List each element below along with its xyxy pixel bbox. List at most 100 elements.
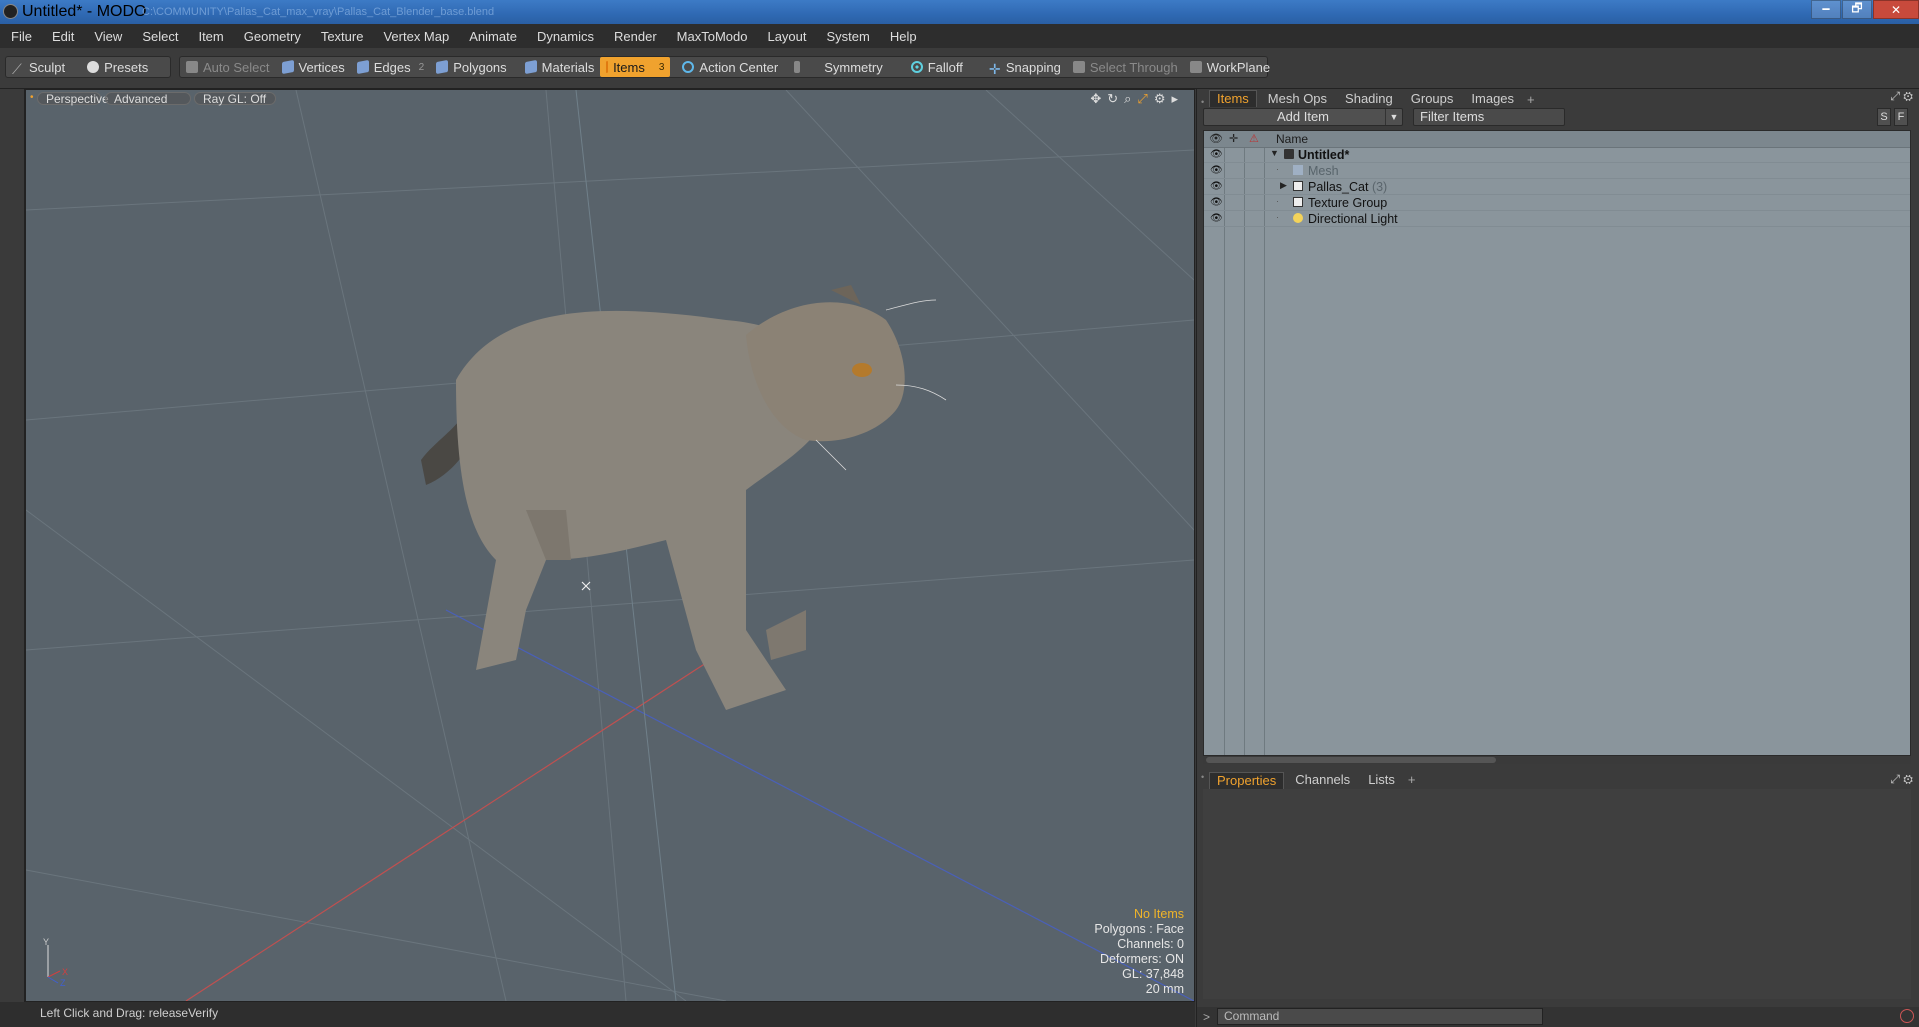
menu-maxtomodo[interactable]: MaxToModo — [666, 29, 757, 44]
add-item-button[interactable]: Add Item ▼ — [1203, 108, 1403, 126]
polygons-label: Polygons — [453, 59, 507, 75]
menu-vertex-map[interactable]: Vertex Map — [372, 29, 458, 44]
close-button[interactable]: ✕ — [1873, 0, 1919, 19]
name-column-header[interactable]: Name — [1276, 132, 1308, 146]
visibility-eye-icon[interactable]: 👁 — [1210, 213, 1223, 224]
window-controls: 🗕 🗗 ✕ — [1810, 0, 1919, 20]
menu-file[interactable]: File — [0, 29, 41, 44]
materials-button[interactable]: Materials — [519, 57, 601, 77]
minimize-button[interactable]: 🗕 — [1811, 0, 1841, 19]
visibility-column-icon[interactable]: 👁 — [1209, 132, 1223, 145]
tree-row-label: Texture Group — [1308, 196, 1388, 210]
tab-mesh-ops[interactable]: Mesh Ops — [1261, 91, 1334, 107]
falloff-button[interactable]: Falloff — [905, 57, 969, 77]
tree-row-pallas-cat[interactable]: 👁 ▶ Pallas_Cat (3) — [1204, 179, 1910, 195]
tab-shading[interactable]: Shading — [1338, 91, 1400, 107]
vertices-icon — [281, 59, 294, 75]
add-tab-button[interactable]: + — [1527, 92, 1535, 107]
tab-groups[interactable]: Groups — [1404, 91, 1461, 107]
zoom-icon[interactable]: ⌕ — [1124, 91, 1131, 107]
snapping-button[interactable]: ✛ Snapping — [983, 57, 1067, 78]
restore-button[interactable]: 🗗 — [1842, 0, 1872, 19]
lock-column-icon[interactable]: ✛ — [1229, 132, 1238, 145]
symmetry-button[interactable]: Symmetry — [788, 57, 889, 77]
group-icon — [1293, 181, 1303, 191]
menu-item[interactable]: Item — [187, 29, 232, 44]
vertices-button[interactable]: Vertices — [276, 57, 351, 77]
tree-horizontal-scrollbar[interactable] — [1203, 756, 1911, 764]
tab-channels[interactable]: Channels — [1288, 772, 1357, 788]
menu-help[interactable]: Help — [879, 29, 926, 44]
command-input[interactable]: Command — [1217, 1008, 1543, 1025]
edges-button[interactable]: Edges 2 — [351, 57, 430, 77]
presets-button[interactable]: Presets — [81, 57, 154, 77]
auto-select-label: Auto Select — [203, 59, 270, 75]
command-history-icon[interactable] — [1900, 1009, 1914, 1023]
raygl-toggle[interactable]: Ray GL: Off — [194, 92, 276, 105]
items-icon — [606, 60, 609, 74]
add-tab-button[interactable]: + — [1408, 772, 1416, 788]
select-through-button[interactable]: Select Through — [1067, 57, 1184, 77]
pallas-cat-model[interactable] — [421, 285, 947, 710]
items-button[interactable]: Items 3 — [600, 57, 671, 77]
sculpt-presets-group: ⟋ Sculpt Presets — [5, 56, 171, 78]
pan-icon[interactable]: ✥ — [1090, 91, 1101, 107]
menu-edit[interactable]: Edit — [41, 29, 83, 44]
panel-expand-icon[interactable]: ⤢ ⚙ — [1890, 772, 1913, 787]
tree-row-directional-light[interactable]: 👁 · Directional Light — [1204, 211, 1910, 227]
edges-icon — [356, 59, 369, 75]
presets-label: Presets — [104, 59, 149, 75]
tab-items[interactable]: Items — [1209, 90, 1257, 107]
action-center-button[interactable]: Action Center — [676, 57, 784, 77]
3d-viewport[interactable]: • Perspective Advanced Ray GL: Off ✥ ↻ ⌕… — [25, 89, 1195, 1002]
panel-expand-icon[interactable]: ⤢ ⚙ — [1890, 89, 1913, 104]
items-toolbar: Add Item ▼ Filter Items S F — [1203, 108, 1911, 128]
menu-system[interactable]: System — [816, 29, 879, 44]
shading-selector[interactable]: Advanced — [105, 92, 191, 105]
menu-view[interactable]: View — [83, 29, 131, 44]
scroll-thumb[interactable] — [1206, 757, 1496, 763]
tree-row-mesh[interactable]: 👁 · Mesh — [1204, 163, 1910, 179]
visibility-eye-icon[interactable]: 👁 — [1210, 181, 1223, 192]
visibility-eye-icon[interactable]: 👁 — [1210, 165, 1223, 176]
window-title: Untitled* - MODO — [22, 3, 147, 20]
expand-arrow-icon[interactable]: ▶ — [1280, 180, 1287, 191]
properties-area — [1203, 789, 1911, 999]
polygons-icon — [436, 59, 449, 75]
pivot-marker — [581, 581, 591, 591]
filter-items-input[interactable]: Filter Items — [1413, 108, 1565, 126]
sculpt-button[interactable]: ⟋ Sculpt — [6, 57, 71, 78]
visibility-eye-icon[interactable]: 👁 — [1210, 149, 1223, 160]
mesh-icon — [1293, 165, 1303, 175]
filter-s-button[interactable]: S — [1877, 108, 1891, 126]
polygons-button[interactable]: Polygons — [430, 57, 512, 77]
chevron-down-icon[interactable]: ▼ — [1385, 109, 1402, 125]
visibility-eye-icon[interactable]: 👁 — [1210, 197, 1223, 208]
maximize-icon[interactable]: ⤢ — [1137, 91, 1147, 107]
add-item-label: Add Item — [1276, 109, 1330, 124]
render-column-icon[interactable]: ⚠ — [1249, 132, 1259, 145]
menu-texture[interactable]: Texture — [310, 29, 373, 44]
auto-select-button[interactable]: Auto Select — [180, 57, 276, 77]
expand-arrow-icon[interactable]: ▸ — [1171, 91, 1178, 107]
tab-properties[interactable]: Properties — [1209, 772, 1285, 789]
stat-channels: Channels: 0 — [1117, 937, 1184, 951]
tab-lists[interactable]: Lists — [1361, 772, 1402, 788]
menu-animate[interactable]: Animate — [458, 29, 526, 44]
expand-arrow-icon[interactable]: ▼ — [1270, 148, 1279, 158]
rotate-icon[interactable]: ↻ — [1107, 91, 1118, 107]
menu-dynamics[interactable]: Dynamics — [526, 29, 603, 44]
menu-select[interactable]: Select — [131, 29, 187, 44]
view-type-selector[interactable]: Perspective — [37, 92, 109, 105]
tree-row-texture-group[interactable]: 👁 · Texture Group — [1204, 195, 1910, 211]
settings-icon[interactable]: ⚙ — [1154, 91, 1166, 107]
filter-f-button[interactable]: F — [1894, 108, 1908, 126]
workplane-button[interactable]: WorkPlane — [1184, 57, 1276, 77]
tree-row-untitled[interactable]: 👁 ▼ Untitled* — [1204, 147, 1910, 163]
tab-images[interactable]: Images — [1464, 91, 1521, 107]
tree-row-label: Pallas_Cat (3) — [1308, 180, 1387, 194]
menu-layout[interactable]: Layout — [756, 29, 815, 44]
menu-render[interactable]: Render — [603, 29, 666, 44]
menu-geometry[interactable]: Geometry — [233, 29, 310, 44]
scene-icon — [1284, 149, 1294, 159]
